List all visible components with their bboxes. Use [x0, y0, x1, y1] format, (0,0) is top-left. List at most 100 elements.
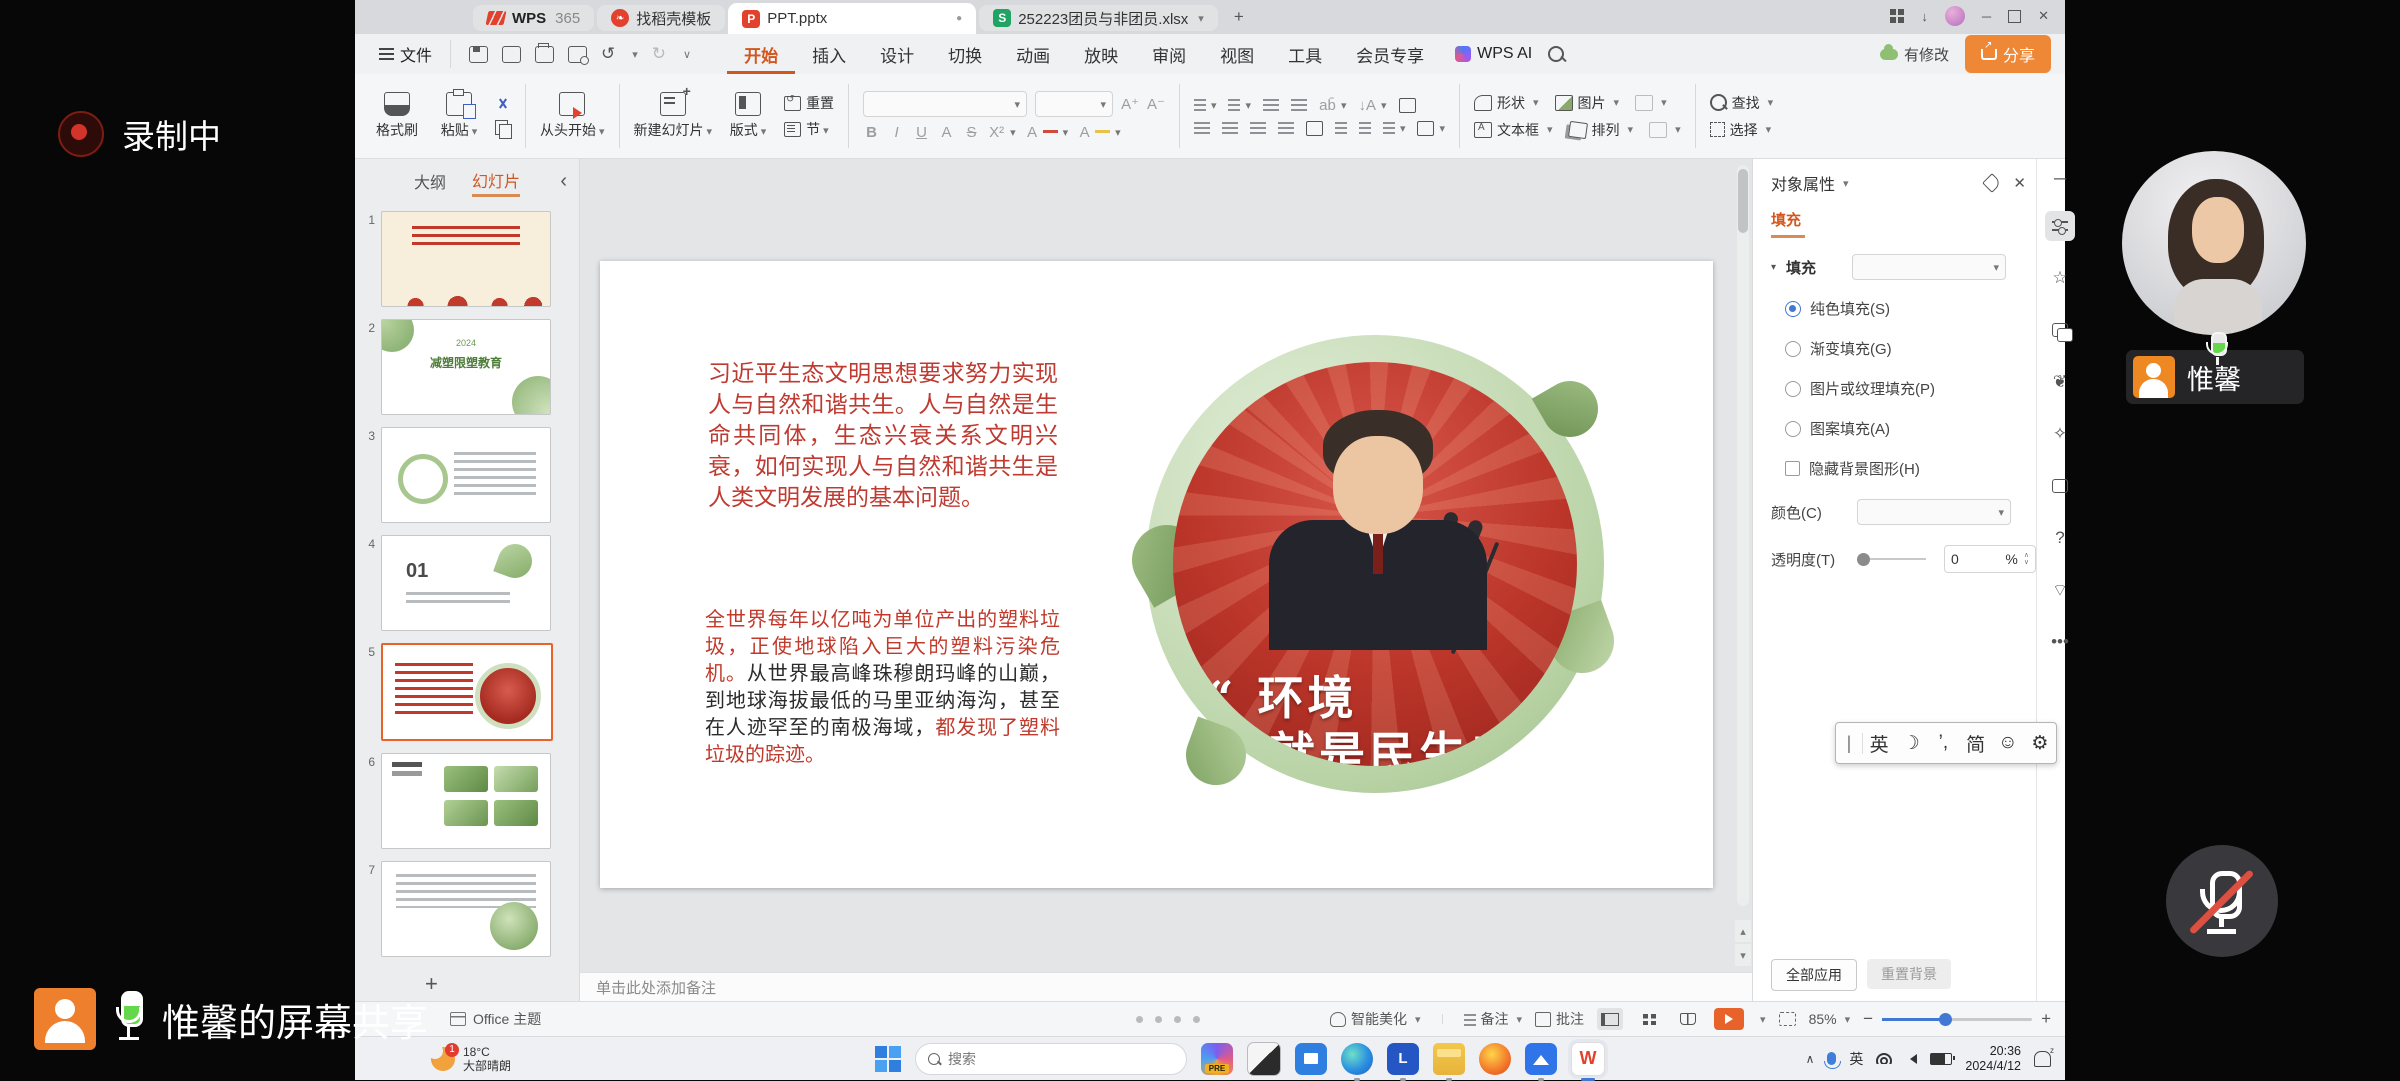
highlight-color-button[interactable]: A▾ — [1076, 124, 1121, 141]
cut-icon[interactable] — [495, 98, 511, 112]
export-icon[interactable] — [502, 46, 521, 63]
ime-toolbar[interactable]: | 英 ☽ ’, 简 ☺ ⚙ — [1835, 722, 2057, 764]
app-photos-icon[interactable] — [1247, 1042, 1281, 1076]
spinner-arrows[interactable]: ∧∨ — [2024, 552, 2029, 566]
transparency-slider[interactable] — [1857, 553, 1926, 566]
canvas-scrollbar[interactable] — [1737, 165, 1749, 906]
char-border-button[interactable]: A — [938, 124, 955, 141]
start-button[interactable] — [875, 1046, 901, 1072]
tab-tools[interactable]: 工具 — [1271, 34, 1339, 74]
smart-beautify-button[interactable]: 智能美化▾ — [1330, 1009, 1421, 1029]
taskbar-search-input[interactable]: 搜索 — [915, 1043, 1187, 1075]
numbered-list-button[interactable]: ▾ — [1228, 99, 1251, 112]
new-slide-button[interactable]: 新建幻灯片▾ — [634, 92, 713, 140]
slide-thumb-4[interactable]: 4 01 — [355, 529, 579, 637]
zoom-level[interactable]: 85%▾ — [1809, 1011, 1851, 1027]
minimize-button[interactable]: ─ — [1982, 9, 1991, 24]
shapes-button[interactable]: 形状▾ — [1474, 93, 1539, 113]
print-preview-icon[interactable] — [568, 46, 587, 63]
app-docs-icon[interactable] — [1525, 1043, 1557, 1075]
app-edge-icon[interactable] — [1341, 1043, 1373, 1075]
align-center-button[interactable] — [1222, 122, 1238, 124]
hide-background-checkbox[interactable]: 隐藏背景图形(H) — [1785, 458, 2036, 479]
collapse-panel-icon[interactable]: ‹ — [560, 170, 567, 193]
account-avatar[interactable] — [1945, 6, 1965, 26]
design-tool-icon[interactable]: ❦ — [2045, 367, 2075, 397]
font-name-combobox[interactable]: ▾ — [863, 91, 1027, 117]
textbox-button[interactable]: 文本框▾ — [1474, 120, 1553, 140]
paste-button[interactable]: 粘贴▾ — [433, 92, 485, 140]
share-button[interactable]: 分享 — [1965, 35, 2051, 73]
tab-insert[interactable]: 插入 — [795, 34, 863, 74]
tab-animation[interactable]: 动画 — [999, 34, 1067, 74]
tab-review[interactable]: 审阅 — [1135, 34, 1203, 74]
solid-fill-option[interactable]: 纯色填充(S) — [1785, 298, 2036, 319]
help-icon[interactable]: ? — [2045, 523, 2075, 553]
comments-button[interactable]: 批注 — [1535, 1009, 1584, 1029]
app-wps-icon[interactable]: W — [1571, 1042, 1605, 1076]
layout-button[interactable]: 版式▾ — [722, 92, 774, 140]
slide-canvas[interactable]: 习近平生态文明思想要求努力实现人与自然和谐共生。人与自然是生命共同体，生态兴衰关… — [580, 159, 1752, 972]
slide-thumb-1[interactable]: 1 — [355, 205, 579, 313]
reading-view-button[interactable] — [1675, 1008, 1701, 1030]
app-store-icon[interactable] — [1295, 1043, 1327, 1075]
tab-menu-icon[interactable]: ▾ — [1198, 12, 1204, 25]
slide-paragraph-1[interactable]: 习近平生态文明思想要求努力实现人与自然和谐共生。人与自然是生命共同体，生态兴衰关… — [708, 359, 1058, 514]
tray-microphone-icon[interactable] — [1827, 1052, 1836, 1065]
tab-docer-template[interactable]: ❧ 找稻壳模板 — [597, 5, 725, 31]
zoom-in-button[interactable]: + — [2041, 1009, 2051, 1029]
tab-xlsx[interactable]: S 252223团员与非团员.xlsx ▾ — [979, 5, 1218, 31]
mute-microphone-button[interactable] — [2166, 845, 2278, 957]
save-icon[interactable] — [469, 46, 488, 63]
align-right-button[interactable] — [1250, 122, 1266, 124]
ime-settings-icon[interactable]: ⚙ — [2024, 732, 2056, 755]
slide-thumb-2[interactable]: 2 2024 减塑限塑教育 — [355, 313, 579, 421]
volume-icon[interactable] — [1905, 1054, 1917, 1064]
more-tools-icon[interactable]: ••• — [2045, 627, 2075, 657]
notes-bar[interactable]: 单击此处添加备注 — [580, 972, 1752, 1001]
normal-view-button[interactable] — [1597, 1008, 1623, 1030]
row-spacing-up-button[interactable] — [1335, 122, 1347, 124]
tab-member[interactable]: 会员专享 — [1339, 34, 1441, 74]
workspace-grid-icon[interactable] — [1890, 9, 1904, 23]
webcam-feed[interactable] — [2122, 151, 2306, 335]
tab-slideshow[interactable]: 放映 — [1067, 34, 1135, 74]
columns-icon[interactable] — [1306, 121, 1323, 136]
row-spacing-down-button[interactable] — [1359, 122, 1371, 124]
slide-thumb-7[interactable]: 7 — [355, 855, 579, 963]
tab-home[interactable]: 开始 — [727, 34, 795, 74]
transparency-spinner[interactable]: 0 % ∧∨ — [1944, 545, 2036, 573]
app-file-explorer-icon[interactable] — [1433, 1043, 1465, 1075]
reset-background-button[interactable]: 重置背景 — [1867, 959, 1951, 989]
quickbar-dropdown-icon[interactable]: ∨ — [683, 48, 691, 61]
pin-icon[interactable] — [1983, 173, 2003, 193]
slide-image-circle[interactable]: “ 环境 就是民生” — [1146, 335, 1604, 793]
collapse-strip-icon[interactable]: ─ — [2054, 169, 2066, 189]
search-icon[interactable] — [1548, 46, 1564, 62]
zoom-track[interactable] — [1882, 1018, 2032, 1021]
text-direction-button[interactable]: ↓A▾ — [1359, 97, 1387, 114]
sync-status[interactable]: 有修改 — [1880, 44, 1949, 65]
fill-tab[interactable]: 填充 — [1771, 209, 1805, 238]
align-left-button[interactable] — [1194, 122, 1210, 124]
find-button[interactable]: 查找▾ — [1710, 93, 1774, 113]
play-options-icon[interactable]: ▾ — [1760, 1013, 1766, 1026]
convert-smartart-icon[interactable] — [1399, 98, 1416, 113]
maximize-button[interactable] — [2008, 10, 2021, 23]
animation-tool-icon[interactable] — [2045, 315, 2075, 345]
picture-fill-option[interactable]: 图片或纹理填充(P) — [1785, 378, 2036, 399]
font-size-combobox[interactable]: ▾ — [1035, 91, 1113, 117]
clock-date[interactable]: 20:362024/4/12 — [1965, 1044, 2021, 1074]
color-combobox[interactable]: ▾ — [1857, 499, 2011, 525]
redo-icon[interactable]: ↻ — [652, 44, 666, 64]
properties-tool-icon[interactable] — [2045, 211, 2075, 241]
tray-language-indicator[interactable]: 英 — [1849, 1049, 1863, 1069]
slide-thumb-6[interactable]: 6 — [355, 747, 579, 855]
pattern-fill-option[interactable]: 图案填充(A) — [1785, 418, 2036, 439]
effects-tool-icon[interactable]: ☆ — [2045, 263, 2075, 293]
slide-thumb-3[interactable]: 3 — [355, 421, 579, 529]
bullet-list-button[interactable]: ▾ — [1194, 99, 1217, 112]
tab-view[interactable]: 视图 — [1203, 34, 1271, 74]
notification-bell-icon[interactable]: z — [2034, 1051, 2051, 1067]
ime-language-mode[interactable]: 英 — [1863, 730, 1895, 757]
